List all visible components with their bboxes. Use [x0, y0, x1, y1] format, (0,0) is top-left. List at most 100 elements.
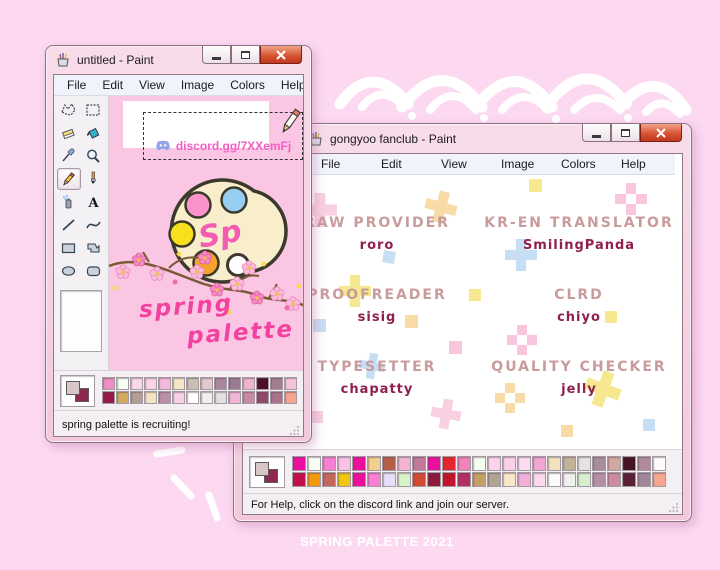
- menu-item-colors[interactable]: Colors: [222, 75, 273, 95]
- palette-swatch[interactable]: [256, 391, 269, 404]
- palette-swatch[interactable]: [382, 472, 396, 487]
- palette-swatch[interactable]: [172, 391, 185, 404]
- tool-airbrush-button[interactable]: [57, 191, 81, 213]
- palette-swatch[interactable]: [592, 472, 606, 487]
- menu-item-image[interactable]: Image: [493, 154, 553, 174]
- palette-swatch[interactable]: [562, 472, 576, 487]
- titlebar-untitled[interactable]: untitled - Paint: [46, 46, 311, 74]
- tool-eraser-button[interactable]: [57, 122, 81, 144]
- palette-swatch[interactable]: [487, 456, 501, 471]
- current-colors[interactable]: [249, 455, 285, 488]
- palette-swatch[interactable]: [352, 472, 366, 487]
- palette-swatch[interactable]: [607, 472, 621, 487]
- palette-swatch[interactable]: [322, 472, 336, 487]
- tool-rounded-rectangle-button[interactable]: [82, 260, 106, 282]
- discord-link-text[interactable]: discord.gg/7XXemFj: [176, 139, 291, 153]
- menu-item-view[interactable]: View: [131, 75, 173, 95]
- palette-swatch[interactable]: [116, 391, 129, 404]
- palette-swatch[interactable]: [517, 472, 531, 487]
- paint-canvas[interactable]: discord.gg/7XXemFj Sp spring palette: [109, 96, 303, 370]
- palette-swatch[interactable]: [130, 391, 143, 404]
- maximize-button[interactable]: [231, 46, 260, 64]
- palette-swatch[interactable]: [442, 456, 456, 471]
- tool-free-form-select-button[interactable]: [57, 99, 81, 121]
- palette-swatch[interactable]: [607, 456, 621, 471]
- menu-item-colors[interactable]: Colors: [553, 154, 613, 174]
- discord-link[interactable]: discord.gg/7XXemFj: [144, 139, 302, 153]
- palette-swatch[interactable]: [242, 391, 255, 404]
- palette-swatch[interactable]: [532, 472, 546, 487]
- palette-swatch[interactable]: [144, 377, 157, 390]
- palette-swatch[interactable]: [442, 472, 456, 487]
- tool-line-button[interactable]: [57, 214, 81, 236]
- palette-swatch[interactable]: [652, 456, 666, 471]
- palette-swatch[interactable]: [637, 456, 651, 471]
- palette-swatch[interactable]: [427, 472, 441, 487]
- palette-swatch[interactable]: [652, 472, 666, 487]
- minimize-button[interactable]: [202, 46, 231, 64]
- palette-swatch[interactable]: [367, 472, 381, 487]
- palette-swatch[interactable]: [144, 391, 157, 404]
- palette-swatch[interactable]: [427, 456, 441, 471]
- resize-grip[interactable]: [290, 425, 300, 435]
- palette-swatch[interactable]: [457, 456, 471, 471]
- tool-fill-with-color-button[interactable]: [82, 122, 106, 144]
- palette-swatch[interactable]: [412, 456, 426, 471]
- tool-rectangle-button[interactable]: [57, 237, 81, 259]
- palette-swatch[interactable]: [547, 456, 561, 471]
- close-button[interactable]: [260, 46, 302, 64]
- palette-swatch[interactable]: [337, 456, 351, 471]
- palette-swatch[interactable]: [532, 456, 546, 471]
- palette-swatch[interactable]: [307, 472, 321, 487]
- close-button[interactable]: [640, 124, 682, 142]
- palette-swatch[interactable]: [472, 472, 486, 487]
- palette-swatch[interactable]: [577, 456, 591, 471]
- menu-item-help[interactable]: Help: [613, 154, 673, 174]
- palette-swatch[interactable]: [158, 377, 171, 390]
- palette-swatch[interactable]: [412, 472, 426, 487]
- palette-swatch[interactable]: [592, 456, 606, 471]
- tool-magnifier-button[interactable]: [82, 145, 106, 167]
- palette-swatch[interactable]: [397, 472, 411, 487]
- palette-swatch[interactable]: [284, 377, 297, 390]
- palette-swatch[interactable]: [200, 377, 213, 390]
- palette-swatch[interactable]: [637, 472, 651, 487]
- palette-swatch[interactable]: [228, 391, 241, 404]
- palette-swatch[interactable]: [292, 472, 306, 487]
- menu-item-file[interactable]: File: [313, 154, 373, 174]
- current-colors[interactable]: [60, 374, 95, 407]
- palette-swatch[interactable]: [502, 456, 516, 471]
- palette-swatch[interactable]: [382, 456, 396, 471]
- palette-swatch[interactable]: [457, 472, 471, 487]
- palette-swatch[interactable]: [158, 391, 171, 404]
- maximize-button[interactable]: [611, 124, 640, 142]
- menu-item-file[interactable]: File: [59, 75, 94, 95]
- palette-swatch[interactable]: [102, 377, 115, 390]
- palette-swatch[interactable]: [577, 472, 591, 487]
- palette-swatch[interactable]: [502, 472, 516, 487]
- resize-grip[interactable]: [669, 502, 679, 512]
- palette-swatch[interactable]: [270, 391, 283, 404]
- palette-swatch[interactable]: [547, 472, 561, 487]
- palette-swatch[interactable]: [622, 456, 636, 471]
- palette-swatch[interactable]: [186, 377, 199, 390]
- tool-curve-button[interactable]: [82, 214, 106, 236]
- tool-polygon-button[interactable]: [82, 237, 106, 259]
- palette-swatch[interactable]: [337, 472, 351, 487]
- palette-swatch[interactable]: [116, 377, 129, 390]
- palette-swatch[interactable]: [352, 456, 366, 471]
- tool-text-button[interactable]: A: [82, 191, 106, 213]
- tool-ellipse-button[interactable]: [57, 260, 81, 282]
- palette-swatch[interactable]: [307, 456, 321, 471]
- palette-swatch[interactable]: [270, 377, 283, 390]
- tool-pick-color-button[interactable]: [57, 145, 81, 167]
- palette-swatch[interactable]: [200, 391, 213, 404]
- palette-swatch[interactable]: [214, 377, 227, 390]
- tool-brush-button[interactable]: [82, 168, 106, 190]
- palette-swatch[interactable]: [284, 391, 297, 404]
- menu-item-edit[interactable]: Edit: [94, 75, 131, 95]
- menu-item-edit[interactable]: Edit: [373, 154, 433, 174]
- tool-pencil-button[interactable]: [56, 168, 81, 190]
- palette-swatch[interactable]: [292, 456, 306, 471]
- tool-options-box[interactable]: [60, 290, 102, 352]
